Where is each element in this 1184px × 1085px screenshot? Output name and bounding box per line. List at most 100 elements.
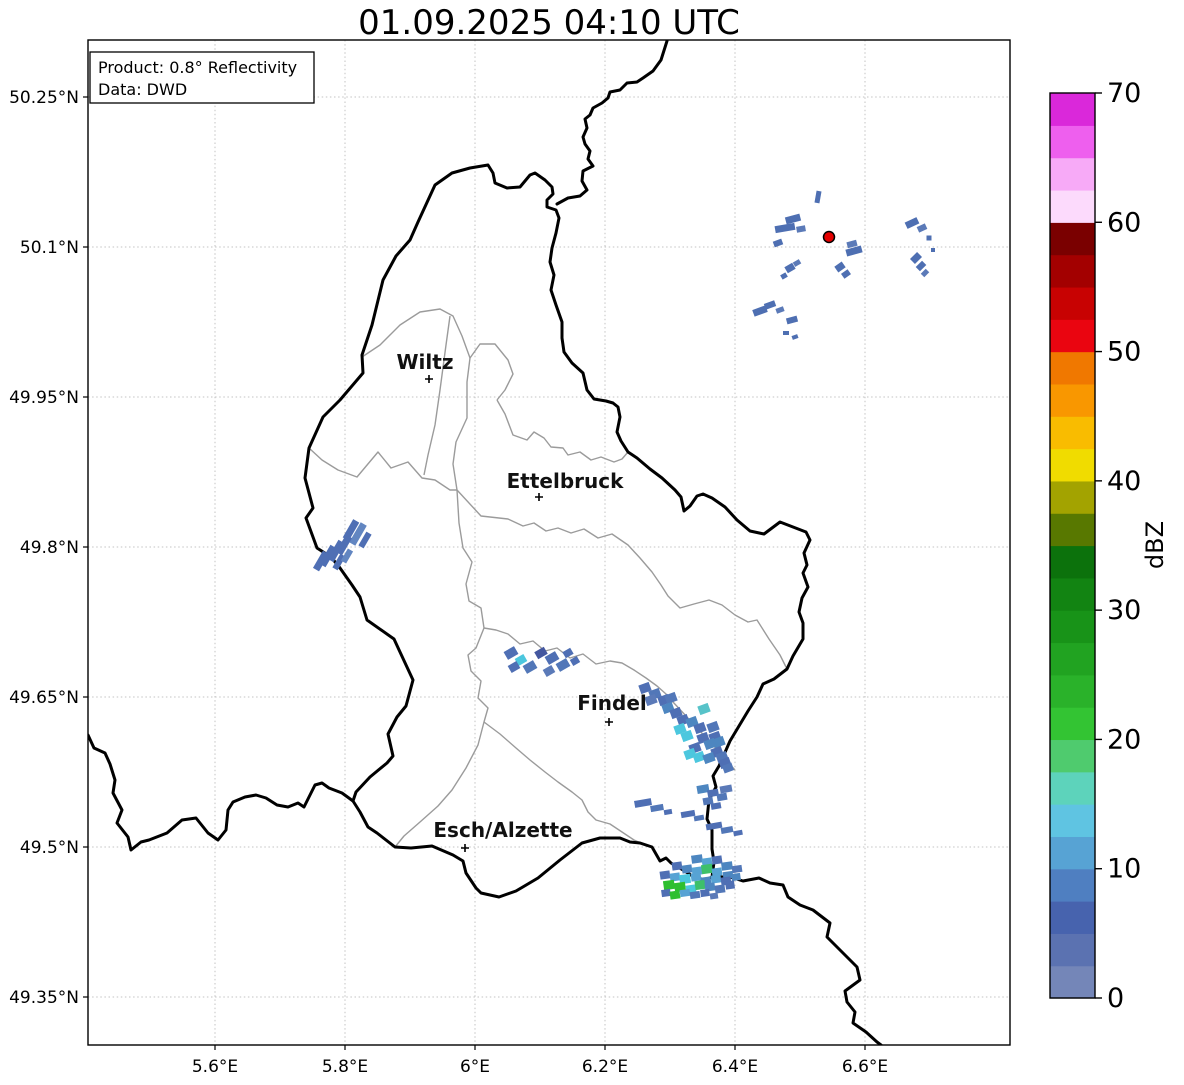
plot-frame xyxy=(87,39,1011,1046)
colorbar-segment xyxy=(1050,804,1095,837)
radar-echo-cell xyxy=(814,190,822,204)
radar-echo-cell xyxy=(784,213,802,225)
radar-echo-cell xyxy=(791,334,799,340)
colorbar-segment xyxy=(1050,965,1095,999)
x-tick-label: 6.6°E xyxy=(842,1057,888,1077)
colorbar-segment xyxy=(1050,771,1095,805)
radar-echo-cell xyxy=(792,259,802,267)
radar-echo-cell xyxy=(555,658,571,672)
radar-echo-cell xyxy=(724,880,736,890)
radar-echo-cell xyxy=(681,864,693,874)
city-labels-layer: Wiltz Ettelbruck Findel Esch/Alzette xyxy=(397,350,647,852)
colorbar-tick-label: 20 xyxy=(1107,724,1141,755)
radar-echo-cell xyxy=(714,884,726,894)
radar-echo-cell xyxy=(710,874,722,884)
x-tick-label: 5.6°E xyxy=(192,1057,238,1077)
colorbar-segment xyxy=(1050,739,1095,773)
city-marker-icon xyxy=(535,493,543,501)
radar-echo-cell xyxy=(909,251,923,265)
colorbar-segment xyxy=(1050,189,1095,223)
colorbar-segment xyxy=(1050,351,1095,385)
radar-echo-cell xyxy=(774,222,796,234)
radar-echo-cell xyxy=(650,803,664,813)
colorbar-segment xyxy=(1050,642,1095,676)
radar-echo-cell xyxy=(700,888,710,898)
city-marker-icon xyxy=(461,844,469,852)
y-tick-label: 50.25°N xyxy=(9,88,79,108)
radar-echo-cell xyxy=(785,315,799,325)
city-label: Ettelbruck xyxy=(507,469,624,493)
colorbar-segment xyxy=(1050,577,1095,611)
colorbar-segment xyxy=(1050,868,1095,902)
radar-echo-cell xyxy=(694,879,706,891)
radar-echo-cell xyxy=(920,268,930,278)
radar-echo-cell xyxy=(669,890,681,900)
radar-echo-cell xyxy=(690,872,702,882)
country-borders-layer xyxy=(88,40,883,1045)
x-tick-label: 6°E xyxy=(460,1057,490,1077)
belgium-germany-border xyxy=(555,40,669,206)
colorbar-segment xyxy=(1050,286,1095,320)
axis-ticks-layer: 5.6°E 5.8°E 6°E 6.2°E 6.4°E 6.6°E 50.25°N 50.1°… xyxy=(9,88,888,1077)
radar-echo-cell xyxy=(931,248,935,252)
colorbar-tick-label: 50 xyxy=(1107,337,1141,368)
x-tick-label: 5.8°E xyxy=(322,1057,368,1077)
y-tick-label: 49.95°N xyxy=(9,388,79,408)
city-label: Wiltz xyxy=(397,350,454,374)
colorbar-tick-label: 60 xyxy=(1107,207,1141,238)
radar-echo-cell xyxy=(731,872,741,882)
radar-echo-cell xyxy=(783,331,789,335)
colorbar-segment xyxy=(1050,448,1095,482)
radar-echo-cell xyxy=(680,809,696,819)
radar-echo-cell xyxy=(720,826,734,834)
colorbar-segment xyxy=(1050,674,1095,708)
y-tick-label: 49.5°N xyxy=(20,838,79,858)
radar-echo-cell xyxy=(915,260,927,272)
radar-echo-cell xyxy=(720,861,734,871)
radar-echo-layer xyxy=(312,190,935,900)
radar-echo-cell xyxy=(671,861,683,871)
radar-echo-cell xyxy=(796,225,806,233)
y-tick-label: 49.65°N xyxy=(9,688,79,708)
radar-echo-cell xyxy=(663,808,673,816)
colorbar-tick-label: 70 xyxy=(1107,78,1141,109)
colorbar-segment xyxy=(1050,157,1095,191)
y-tick-label: 49.35°N xyxy=(9,988,79,1008)
radar-echo-cell xyxy=(700,863,714,875)
colorbar-tick-label: 0 xyxy=(1107,983,1124,1014)
colorbar-segment xyxy=(1050,707,1095,741)
colorbar-segment xyxy=(1050,545,1095,579)
colorbar-segment xyxy=(1050,901,1095,934)
radar-echo-cell xyxy=(709,892,719,900)
radar-echo-cell xyxy=(711,855,723,865)
radar-site-marker xyxy=(822,230,836,244)
radar-echo-cell xyxy=(679,888,691,898)
radar-figure: 01.09.2025 04:10 UTC Wiltz Ettelbruck Find… xyxy=(0,0,1184,1081)
city-marker-icon xyxy=(425,375,433,383)
radar-echo-cell xyxy=(763,300,777,310)
colorbar-segment xyxy=(1050,383,1095,417)
y-tick-label: 50.1°N xyxy=(20,238,79,258)
radar-echo-cell xyxy=(503,646,519,660)
radar-site-layer xyxy=(822,230,836,244)
colorbar-segment xyxy=(1050,480,1095,514)
radar-echo-cell xyxy=(690,854,704,864)
radar-echo-cell xyxy=(731,864,743,874)
colorbar-segment xyxy=(1050,610,1095,644)
radar-echo-cell xyxy=(772,238,784,248)
luxembourg-border xyxy=(303,163,812,899)
admin-border xyxy=(423,315,451,476)
product-line: Product: 0.8° Reflectivity xyxy=(98,58,297,77)
radar-echo-cell xyxy=(775,306,785,314)
radar-echo-cell xyxy=(733,829,743,837)
radar-echo-cell xyxy=(926,235,932,241)
product-info-box: Product: 0.8° Reflectivity Data: DWD xyxy=(89,51,315,104)
gridline-layer xyxy=(88,40,1010,1045)
figure-title: 01.09.2025 04:10 UTC xyxy=(358,3,740,43)
admin-border xyxy=(456,489,788,670)
colorbar-segment xyxy=(1050,416,1095,450)
x-tick-label: 6.2°E xyxy=(582,1057,628,1077)
colorbar-segment xyxy=(1050,254,1095,288)
colorbar-unit-label: dBZ xyxy=(1141,521,1169,569)
radar-echo-cell xyxy=(542,665,556,677)
